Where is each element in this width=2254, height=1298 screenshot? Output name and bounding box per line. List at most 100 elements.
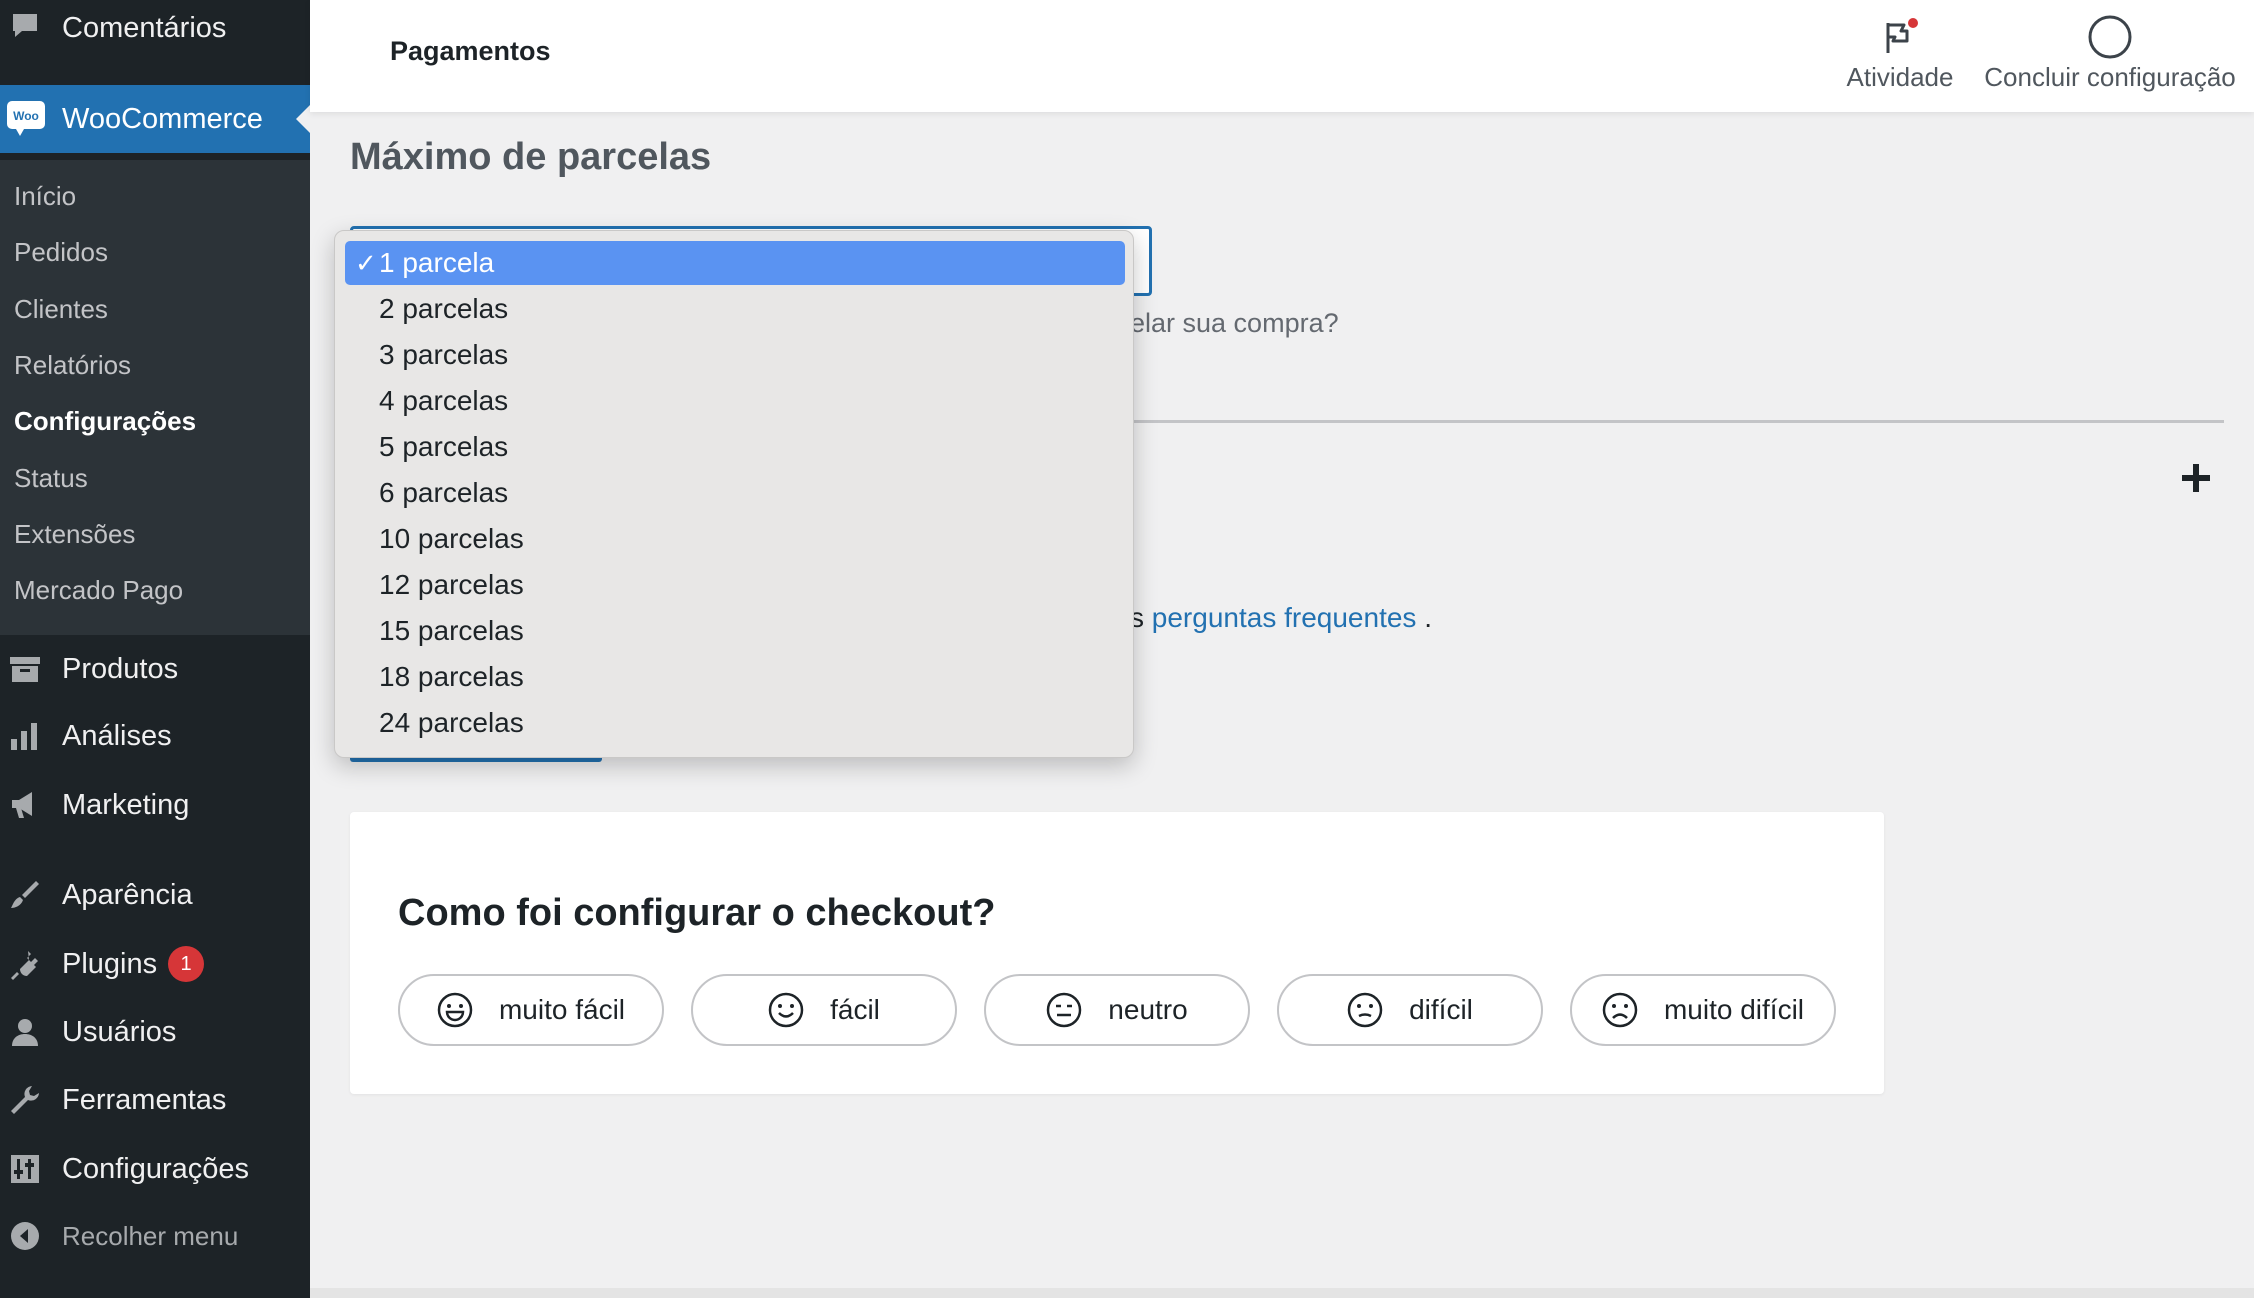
option-label: 12 parcelas (379, 569, 524, 600)
sidebar-item-label: Recolher menu (62, 1220, 239, 1251)
submenu-item-configuracoes[interactable]: Configurações (14, 406, 196, 437)
submenu-item-extensoes[interactable]: Extensões (14, 519, 135, 550)
collapse-menu-button[interactable]: Recolher menu (0, 1206, 310, 1266)
complete-setup-button[interactable]: Concluir configuração (1970, 12, 2250, 93)
dropdown-option[interactable]: 24 parcelas (345, 701, 1125, 745)
sidebar-item-label: Produtos (62, 652, 179, 685)
rating-very-difficult-button[interactable]: muito difícil (1570, 974, 1836, 1046)
submenu-item-mercado-pago[interactable]: Mercado Pago (14, 575, 183, 606)
option-label: 10 parcelas (379, 523, 524, 554)
installments-dropdown-list: ✓ 1 parcela 2 parcelas 3 parcelas 4 parc… (334, 230, 1134, 758)
dropdown-option[interactable]: 2 parcelas (345, 287, 1125, 331)
option-label: 6 parcelas (379, 477, 509, 508)
complete-setup-label: Concluir configuração (1984, 62, 2236, 92)
megaphone-icon (8, 788, 42, 822)
faq-link[interactable]: perguntas frequentes (1152, 602, 1417, 633)
dropdown-option[interactable]: 12 parcelas (345, 563, 1125, 607)
help-text: elar sua compra? (1130, 308, 1339, 338)
sidebar-item-configuracoes[interactable]: Configurações (0, 1139, 310, 1199)
feedback-title: Como foi configurar o checkout? (398, 892, 996, 934)
sidebar-item-label: Configurações (62, 1152, 249, 1185)
wrench-icon (8, 1083, 42, 1117)
checkout-feedback-card: Como foi configurar o checkout? muito fá… (350, 812, 1884, 1094)
plus-icon[interactable] (2180, 462, 2212, 494)
rating-label: muito fácil (498, 994, 626, 1025)
current-menu-arrow (296, 105, 310, 133)
sidebar-item-label: Marketing (62, 788, 190, 821)
svg-text:Woo: Woo (13, 109, 39, 123)
dropdown-option[interactable]: 5 parcelas (345, 425, 1125, 469)
section-title: Máximo de parcelas (350, 136, 712, 178)
sidebar-item-label: Análises (62, 719, 172, 752)
bar-chart-icon (8, 719, 42, 753)
comment-icon (8, 9, 42, 43)
dropdown-option[interactable]: 18 parcelas (345, 655, 1125, 699)
option-label: 1 parcela (379, 247, 495, 278)
collapse-icon (8, 1219, 42, 1253)
plug-icon (8, 947, 42, 981)
sidebar-item-comentarios[interactable]: Comentários (0, 0, 310, 58)
sidebar-item-aparencia[interactable]: Aparência (0, 865, 310, 925)
rating-label: muito difícil (1663, 994, 1805, 1025)
bottom-edge (310, 1288, 2254, 1298)
submenu-item-pedidos[interactable]: Pedidos (14, 237, 108, 268)
rating-neutral-button[interactable]: neutro (984, 974, 1250, 1046)
page-title: Pagamentos (390, 36, 551, 66)
sidebar-item-label: Usuários (62, 1015, 177, 1048)
sidebar-item-plugins[interactable]: Plugins 1 (0, 934, 310, 994)
option-label: 5 parcelas (379, 431, 509, 462)
slightly-sad-face-icon (1347, 992, 1383, 1028)
sidebar-item-produtos[interactable]: Produtos (0, 639, 310, 699)
rating-label: neutro (1108, 994, 1188, 1025)
flag-icon (1810, 12, 1990, 62)
neutral-face-icon (1046, 992, 1082, 1028)
submenu-item-relatorios[interactable]: Relatórios (14, 350, 131, 381)
sidebar-item-label: WooCommerce (62, 103, 263, 135)
check-icon: ✓ (355, 247, 377, 278)
sad-face-icon (1602, 992, 1638, 1028)
option-label: 2 parcelas (379, 293, 509, 324)
top-header: Pagamentos Atividade Concluir configuraç… (310, 0, 2254, 112)
woocommerce-submenu: Início Pedidos Clientes Relatórios Confi… (0, 160, 310, 635)
sidebar-item-usuarios[interactable]: Usuários (0, 1002, 310, 1062)
option-label: 15 parcelas (379, 615, 524, 646)
submenu-item-status[interactable]: Status (14, 463, 88, 494)
dropdown-option[interactable]: 4 parcelas (345, 379, 1125, 423)
option-label: 3 parcelas (379, 339, 509, 370)
activity-label: Atividade (1846, 62, 1954, 92)
archive-icon (8, 652, 42, 686)
rating-very-easy-button[interactable]: muito fácil (398, 974, 664, 1046)
sidebar-item-marketing[interactable]: Marketing (0, 775, 310, 835)
very-happy-face-icon (437, 992, 473, 1028)
brush-icon (8, 878, 42, 912)
sliders-icon (8, 1152, 42, 1186)
option-label: 24 parcelas (379, 707, 524, 738)
plugins-update-badge: 1 (168, 946, 204, 982)
sidebar-item-ferramentas[interactable]: Ferramentas (0, 1070, 310, 1130)
admin-sidebar: Comentários Woo WooCommerce Início Pedid… (0, 0, 310, 1298)
circle-progress-icon (1970, 12, 2250, 62)
dropdown-option[interactable]: 15 parcelas (345, 609, 1125, 653)
submenu-item-clientes[interactable]: Clientes (14, 294, 108, 325)
option-label: 18 parcelas (379, 661, 524, 692)
happy-face-icon (768, 992, 804, 1028)
rating-difficult-button[interactable]: difícil (1277, 974, 1543, 1046)
submenu-item-inicio[interactable]: Início (14, 181, 76, 212)
dropdown-option[interactable]: 10 parcelas (345, 517, 1125, 561)
activity-button[interactable]: Atividade (1810, 12, 1990, 93)
section-divider (1130, 420, 2224, 423)
faq-text: s perguntas frequentes . (1130, 602, 1432, 634)
dropdown-option-selected[interactable]: ✓ 1 parcela (345, 241, 1125, 285)
sidebar-item-label: Ferramentas (62, 1083, 227, 1116)
rating-label: fácil (830, 994, 880, 1025)
option-label: 4 parcelas (379, 385, 509, 416)
sidebar-item-label: Aparência (62, 878, 193, 911)
sidebar-item-analises[interactable]: Análises (0, 706, 310, 766)
woo-logo-icon: Woo (6, 99, 46, 145)
rating-label: difícil (1409, 994, 1473, 1025)
dropdown-option[interactable]: 3 parcelas (345, 333, 1125, 377)
sidebar-item-woocommerce[interactable]: Woo WooCommerce (0, 85, 310, 153)
user-icon (8, 1015, 42, 1049)
dropdown-option[interactable]: 6 parcelas (345, 471, 1125, 515)
rating-easy-button[interactable]: fácil (691, 974, 957, 1046)
